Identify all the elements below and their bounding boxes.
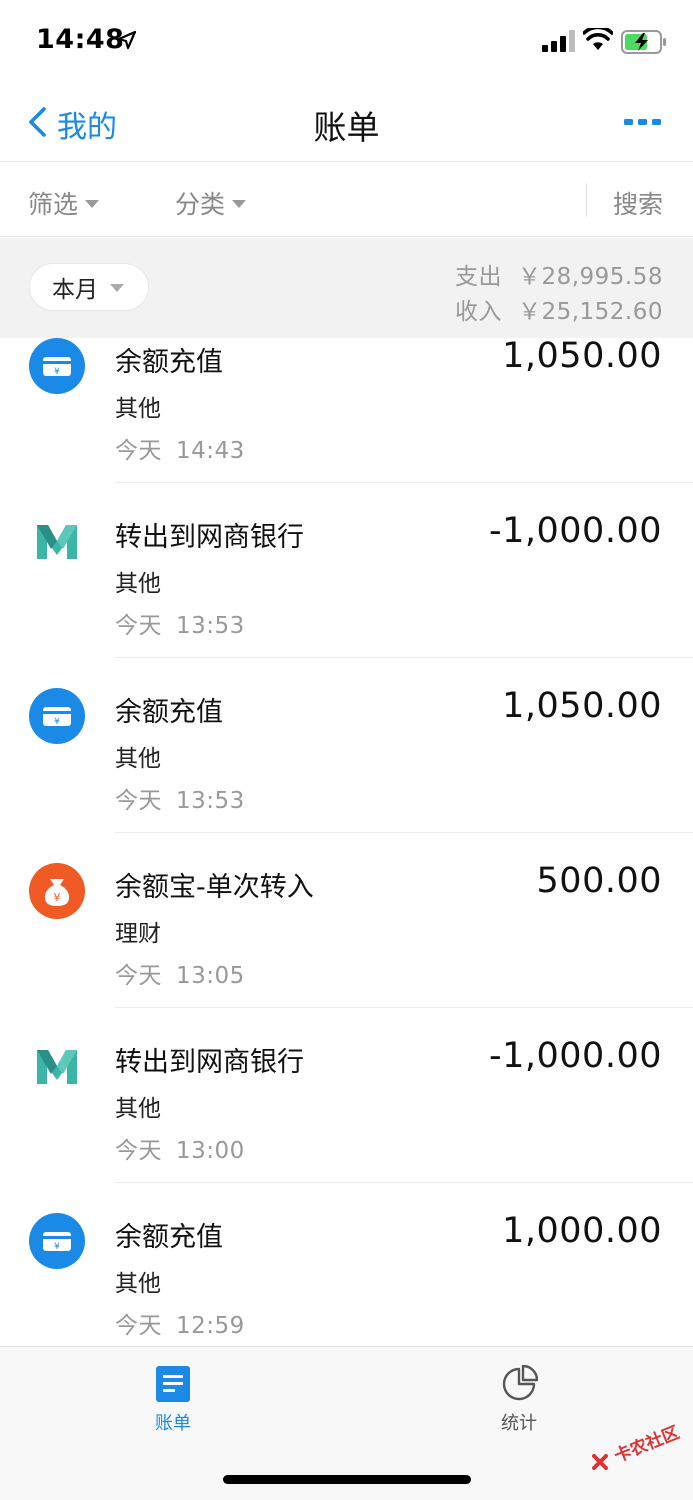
- tab-statistics[interactable]: 统计: [459, 1365, 579, 1435]
- month-selector[interactable]: 本月: [29, 263, 149, 311]
- transaction-category: 其他: [115, 396, 161, 422]
- transaction-title: 余额充值: [115, 697, 223, 728]
- tab-label: 统计: [501, 1413, 537, 1434]
- expense-summary: 支出 ￥28,995.58: [455, 257, 663, 291]
- transaction-row[interactable]: ¥ 余额宝-单次转入 理财 今天 13:05 500.00: [0, 833, 693, 1008]
- expense-label: 支出: [454, 264, 502, 290]
- bill-list-icon: [156, 1366, 190, 1402]
- transaction-time: 今天 12:59: [115, 1313, 245, 1339]
- tab-bills[interactable]: 账单: [113, 1365, 233, 1435]
- transaction-time: 今天 14:43: [115, 438, 245, 464]
- transaction-category: 其他: [115, 571, 161, 597]
- mybank-logo-icon: [37, 525, 77, 559]
- income-amount: ￥25,152.60: [517, 299, 663, 325]
- transaction-list: ¥ 余额充值 其他 今天 14:43 1,050.00 转出到网商银行 其他 今天…: [0, 338, 693, 1346]
- transaction-title: 转出到网商银行: [115, 1047, 304, 1078]
- page-title: 账单: [313, 108, 380, 147]
- expense-amount: ￥28,995.58: [517, 264, 663, 290]
- transaction-category: 其他: [115, 1096, 161, 1122]
- balance-card-icon: ¥: [29, 338, 85, 394]
- category-dropdown[interactable]: 分类: [175, 185, 247, 221]
- cellular-signal-icon: [542, 30, 575, 52]
- search-button[interactable]: 搜索: [613, 185, 663, 221]
- wifi-icon: [583, 28, 613, 50]
- transaction-category: 其他: [115, 1271, 161, 1297]
- status-time: 14:48: [36, 24, 125, 55]
- transaction-title: 余额充值: [115, 347, 223, 378]
- pie-chart-icon: [502, 1365, 538, 1401]
- battery-charging-icon: [621, 30, 666, 54]
- filter-label: 筛选: [28, 190, 79, 219]
- income-summary: 收入 ￥25,152.60: [455, 292, 663, 326]
- tab-label: 账单: [155, 1413, 191, 1434]
- balance-card-icon: ¥: [29, 1213, 85, 1269]
- filter-dropdown[interactable]: 筛选: [28, 185, 100, 221]
- svg-text:¥: ¥: [54, 367, 60, 377]
- status-bar: 14:48: [0, 0, 693, 82]
- transaction-row[interactable]: ¥ 余额充值 其他 今天 13:53 1,050.00: [0, 658, 693, 833]
- location-arrow-icon: [117, 30, 137, 50]
- caret-down-icon: [110, 284, 124, 292]
- transaction-time: 今天 13:05: [115, 963, 245, 989]
- svg-text:¥: ¥: [54, 1242, 60, 1252]
- transaction-row[interactable]: ¥ 余额充值 其他 今天 14:43 1,050.00: [0, 338, 693, 483]
- filter-bar: 筛选 分类 搜索: [0, 163, 693, 237]
- svg-text:¥: ¥: [54, 717, 60, 727]
- transaction-row[interactable]: 转出到网商银行 其他 今天 13:53 -1,000.00: [0, 483, 693, 658]
- transaction-time: 今天 13:00: [115, 1138, 245, 1164]
- svg-text:¥: ¥: [54, 891, 61, 904]
- mybank-logo-icon: [37, 1050, 77, 1084]
- transaction-row[interactable]: ¥ 余额充值 其他 今天 12:59 1,000.00: [0, 1183, 693, 1346]
- income-label: 收入: [454, 299, 502, 325]
- transaction-time: 今天 13:53: [115, 613, 245, 639]
- transaction-category: 理财: [115, 921, 161, 947]
- transaction-title: 余额充值: [115, 1222, 223, 1253]
- monthly-summary: 本月 支出 ￥28,995.58 收入 ￥25,152.60: [0, 238, 693, 338]
- transaction-amount: -1,000.00: [489, 1036, 662, 1076]
- category-label: 分类: [175, 190, 226, 219]
- transaction-row[interactable]: 转出到网商银行 其他 今天 13:00 -1,000.00: [0, 1008, 693, 1183]
- transaction-title: 转出到网商银行: [115, 522, 304, 553]
- transaction-category: 其他: [115, 746, 161, 772]
- yuebao-moneybag-icon: ¥: [29, 863, 85, 919]
- more-options-icon[interactable]: [624, 118, 662, 126]
- transaction-amount: 1,050.00: [502, 686, 662, 726]
- home-indicator[interactable]: [223, 1475, 471, 1484]
- transaction-amount: 1,050.00: [502, 338, 662, 376]
- transaction-time: 今天 13:53: [115, 788, 245, 814]
- navigation-bar: 我的 账单: [0, 82, 693, 162]
- caret-down-icon: [232, 200, 247, 208]
- caret-down-icon: [85, 200, 100, 208]
- transaction-amount: 1,000.00: [502, 1211, 662, 1251]
- transaction-title: 余额宝-单次转入: [115, 872, 314, 903]
- balance-card-icon: ¥: [29, 688, 85, 744]
- divider: [586, 183, 587, 217]
- month-label: 本月: [52, 277, 98, 303]
- transaction-amount: -1,000.00: [489, 511, 662, 551]
- transaction-amount: 500.00: [536, 861, 662, 901]
